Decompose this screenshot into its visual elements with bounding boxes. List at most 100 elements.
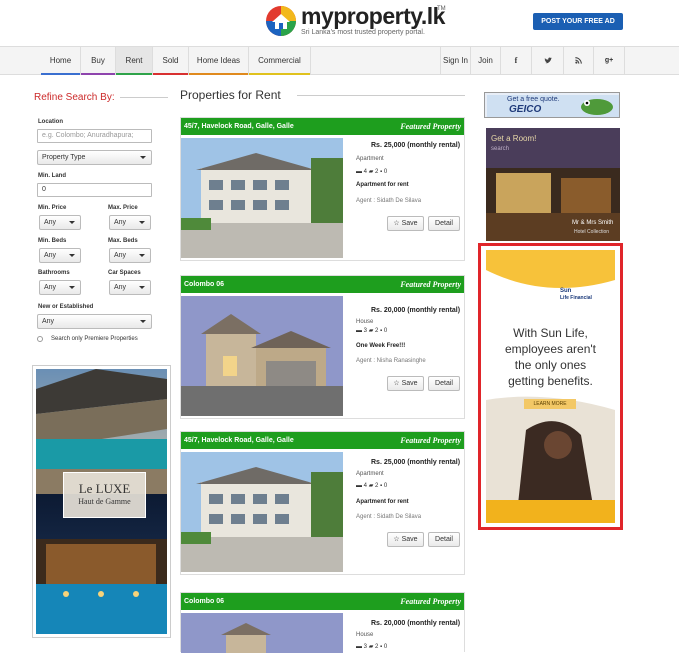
chevron-down-icon — [140, 320, 146, 323]
car-spaces-value: Any — [114, 284, 127, 291]
nav-sold[interactable]: Sold — [153, 47, 189, 75]
featured-label: Featured Property — [400, 122, 461, 131]
listing-heading: 45/7, Havelock Road, Galle, Galle — [184, 123, 294, 130]
listing-price: Rs. 25,000 (monthly rental) — [371, 142, 461, 149]
bath-icon: ▰ — [368, 328, 374, 334]
room-ad-title: Get a Room! — [491, 134, 537, 143]
sun-life-ad[interactable]: Sun Life Financial With Sun Life, employ… — [486, 250, 615, 523]
listing-features: ▬ 4 ▰ 2 ▪ 0 — [356, 482, 387, 489]
chevron-down-icon — [139, 254, 145, 257]
listing-type: House — [356, 632, 374, 638]
listing-photo[interactable] — [181, 452, 343, 572]
listing-description: Apartment for rent — [356, 182, 409, 188]
left-ad-brand-sub: Haut de Gamme — [78, 497, 131, 506]
listing-card[interactable]: Colombo 06 Featured Property Rs. 20,000 … — [180, 275, 465, 419]
nav-commercial-underline — [249, 73, 310, 75]
nav-commercial-label: Commercial — [258, 56, 301, 65]
max-beds-value: Any — [114, 252, 127, 259]
min-beds-label: Min. Beds — [38, 238, 67, 244]
room-ad-search: search — [491, 146, 510, 152]
save-button[interactable]: ☆ Save — [387, 376, 424, 391]
google-plus-icon[interactable]: g+ — [594, 47, 625, 75]
bath-icon: ▰ — [368, 644, 374, 650]
hotel-room-ad[interactable]: Get a Room! search Mr & Mrs Smith Hotel … — [486, 128, 620, 241]
star-icon: ☆ — [393, 536, 400, 543]
new-established-select[interactable]: Any — [37, 314, 152, 329]
min-land-input[interactable]: 0 — [37, 183, 152, 197]
site-logo[interactable]: myproperty.lk TM Sri Lanka's most truste… — [265, 3, 465, 42]
sign-in-label: Sign In — [443, 56, 468, 65]
learn-more-button[interactable]: LEARN MORE — [524, 399, 576, 409]
save-button[interactable]: ☆ Save — [387, 532, 424, 547]
nav-commercial[interactable]: Commercial — [249, 47, 311, 75]
property-type-select[interactable]: Property Type — [37, 150, 152, 165]
listing-photo[interactable] — [181, 296, 343, 416]
facebook-icon[interactable]: f — [501, 47, 532, 75]
bathrooms-select[interactable]: Any — [39, 280, 81, 295]
min-price-value: Any — [44, 219, 57, 226]
listing-features: ▬ 3 ▰ 2 ▪ 0 — [356, 643, 387, 650]
nav-buy[interactable]: Buy — [81, 47, 116, 75]
listing-card[interactable]: Colombo 06 Featured Property Rs. 20,000 … — [180, 592, 465, 653]
chevron-down-icon — [69, 254, 75, 257]
left-banner-ad[interactable]: Le LUXE Haut de Gamme — [32, 365, 171, 638]
join-link[interactable]: Join — [471, 47, 501, 75]
bed-icon: ▬ — [356, 483, 362, 489]
listing-type: House — [356, 319, 374, 325]
new-established-label: New or Established — [38, 304, 94, 310]
listing-price: Rs. 20,000 (monthly rental) — [371, 307, 461, 314]
max-price-value: Any — [114, 219, 127, 226]
listing-header[interactable]: Colombo 06 Featured Property — [181, 593, 464, 610]
listing-header[interactable]: 45/7, Havelock Road, Galle, Galle Featur… — [181, 432, 464, 449]
sign-in-link[interactable]: Sign In — [440, 47, 471, 75]
star-icon: ☆ — [393, 220, 400, 227]
detail-button[interactable]: Detail — [428, 532, 460, 547]
detail-button[interactable]: Detail — [428, 216, 460, 231]
listing-photo[interactable] — [181, 613, 343, 653]
nav-buy-underline — [81, 73, 115, 75]
post-free-ad-button[interactable]: POST YOUR FREE AD — [533, 13, 623, 30]
car-icon: ▪ — [380, 644, 383, 650]
cars-count: 0 — [383, 644, 388, 650]
nav-home-ideas[interactable]: Home Ideas — [189, 47, 249, 75]
geico-brand: GEICO — [509, 104, 542, 115]
site-header: myproperty.lk TM Sri Lanka's most truste… — [0, 0, 679, 46]
nav-rent[interactable]: Rent — [116, 47, 153, 75]
listing-photo[interactable] — [181, 138, 343, 258]
logo-trademark: TM — [437, 6, 446, 12]
location-input[interactable]: e.g. Colombo; Anuradhapura; — [37, 129, 152, 143]
listing-header[interactable]: 45/7, Havelock Road, Galle, Galle Featur… — [181, 118, 464, 135]
max-beds-select[interactable]: Any — [109, 248, 151, 263]
max-beds-label: Max. Beds — [108, 238, 138, 244]
car-icon: ▪ — [380, 483, 383, 489]
nav-home-ideas-label: Home Ideas — [196, 56, 241, 65]
save-label: Save — [401, 536, 418, 543]
left-ad-brand: Le LUXE — [78, 481, 131, 496]
nav-home-underline — [41, 73, 80, 75]
car-spaces-label: Car Spaces — [108, 270, 141, 276]
min-price-select[interactable]: Any — [39, 215, 81, 230]
premiere-checkbox[interactable] — [37, 336, 43, 342]
nav-rent-underline — [116, 73, 152, 75]
min-beds-select[interactable]: Any — [39, 248, 81, 263]
nav-home[interactable]: Home — [41, 47, 81, 75]
beds-count: 4 — [363, 169, 368, 175]
geico-ad[interactable]: Get a free quote. GEICO — [484, 92, 620, 118]
rss-icon[interactable] — [564, 47, 594, 75]
nav-sold-underline — [153, 73, 188, 75]
twitter-icon[interactable] — [532, 47, 564, 75]
room-ad-hotel-sub: Hotel Collection — [574, 229, 610, 235]
listing-header[interactable]: Colombo 06 Featured Property — [181, 276, 464, 293]
max-price-select[interactable]: Any — [109, 215, 151, 230]
min-beds-value: Any — [44, 252, 57, 259]
premiere-label: Search only Premiere Properties — [51, 336, 138, 342]
listing-card[interactable]: 45/7, Havelock Road, Galle, Galle Featur… — [180, 117, 465, 261]
sunlife-line-1: With Sun Life, — [513, 326, 588, 340]
save-button[interactable]: ☆ Save — [387, 216, 424, 231]
detail-button[interactable]: Detail — [428, 376, 460, 391]
listing-heading: Colombo 06 — [184, 281, 225, 288]
le-luxe-logo: Le LUXE Haut de Gamme — [63, 472, 146, 518]
car-spaces-select[interactable]: Any — [109, 280, 151, 295]
bathrooms-value: Any — [44, 284, 57, 291]
listing-card[interactable]: 45/7, Havelock Road, Galle, Galle Featur… — [180, 431, 465, 575]
